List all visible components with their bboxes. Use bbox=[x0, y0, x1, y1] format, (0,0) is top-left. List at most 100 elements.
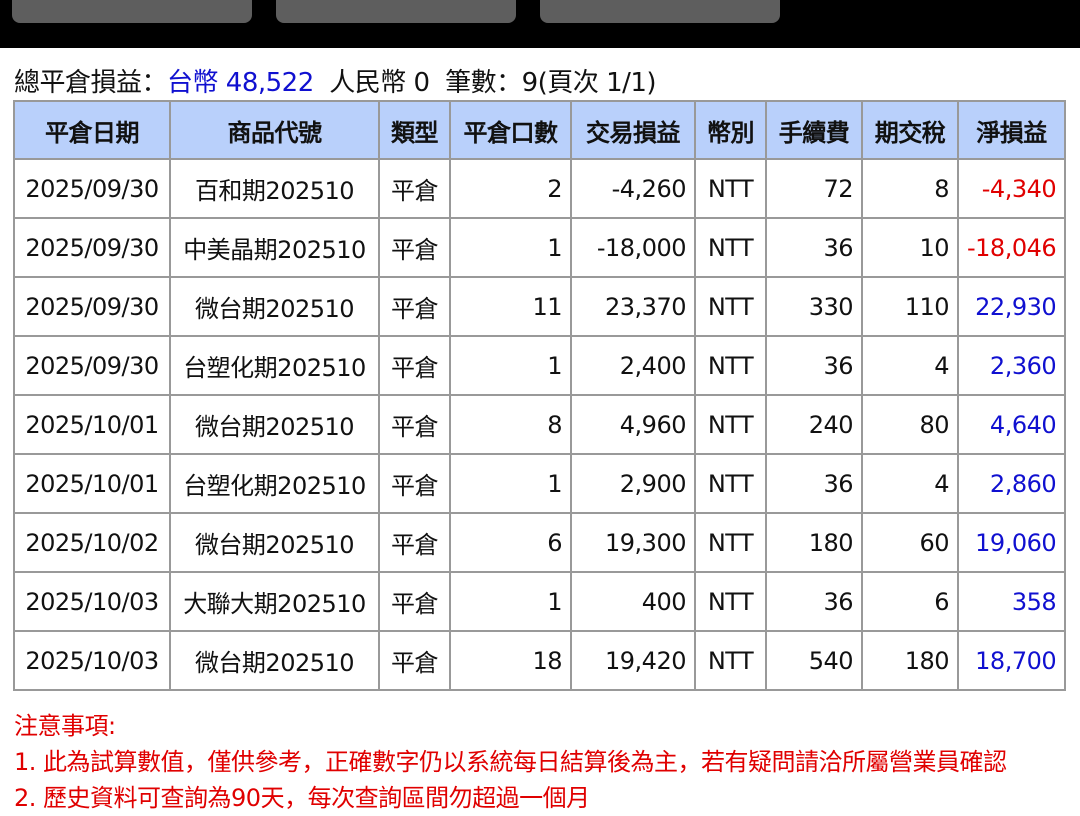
table-cell: 平倉 bbox=[378, 335, 451, 396]
table-cell: NTT bbox=[694, 217, 767, 278]
table-cell: 微台期202510 bbox=[169, 394, 380, 455]
summary-rmb: 人民幣 0 bbox=[329, 68, 430, 98]
table-cell: 百和期202510 bbox=[169, 158, 380, 219]
table-cell: 2025/10/03 bbox=[13, 630, 171, 691]
table-cell: 180 bbox=[861, 630, 959, 691]
table-cell: 2025/10/02 bbox=[13, 512, 171, 573]
table-cell: NTT bbox=[694, 335, 767, 396]
table-cell: 平倉 bbox=[378, 453, 451, 514]
table-cell: NTT bbox=[694, 394, 767, 455]
table-cell: 180 bbox=[765, 512, 863, 573]
table-cell: 18 bbox=[449, 630, 572, 691]
top-toolbar bbox=[0, 0, 1080, 48]
column-header: 類型 bbox=[378, 100, 451, 160]
column-header: 期交稅 bbox=[861, 100, 959, 160]
table-cell: 大聯大期202510 bbox=[169, 571, 380, 632]
column-header: 商品代號 bbox=[169, 100, 380, 160]
table-cell: -18,046 bbox=[956, 217, 1067, 278]
table-cell: 平倉 bbox=[378, 276, 451, 337]
table-cell: 36 bbox=[765, 217, 863, 278]
table-cell: 23,370 bbox=[570, 276, 696, 337]
table-cell: 4 bbox=[861, 453, 959, 514]
table-cell: 1 bbox=[449, 335, 572, 396]
column-header: 手續費 bbox=[765, 100, 863, 160]
table-cell: 2 bbox=[449, 158, 572, 219]
table-row: 2025/09/30 中美晶期202510 平倉 1 -18,000 NTT 36 10 -18… bbox=[13, 217, 1067, 278]
table-cell: NTT bbox=[694, 158, 767, 219]
column-header: 平倉日期 bbox=[13, 100, 171, 160]
table-cell: 110 bbox=[861, 276, 959, 337]
closed-positions-table: 平倉日期 商品代號 類型 平倉口數 交易損益 幣別 手續費 期交稅 淨損益 2025/09/30… bbox=[13, 100, 1067, 691]
table-cell: -18,000 bbox=[570, 217, 696, 278]
table-cell: 平倉 bbox=[378, 630, 451, 691]
table-cell: 4,960 bbox=[570, 394, 696, 455]
table-cell: 19,420 bbox=[570, 630, 696, 691]
table-cell: NTT bbox=[694, 276, 767, 337]
table-cell: 6 bbox=[449, 512, 572, 573]
table-cell: 2,360 bbox=[956, 335, 1067, 396]
table-cell: 1 bbox=[449, 571, 572, 632]
table-cell: 60 bbox=[861, 512, 959, 573]
notes-line-1: 1. 此為試算數值，僅供參考，正確數字仍以系統每日結算後為主，若有疑問請洽所屬營… bbox=[14, 748, 1007, 776]
table-cell: 台塑化期202510 bbox=[169, 335, 380, 396]
table-cell: 2025/10/01 bbox=[13, 394, 171, 455]
table-cell: 8 bbox=[861, 158, 959, 219]
table-cell: 358 bbox=[956, 571, 1067, 632]
notes-line-2: 2. 歷史資料可查詢為90天，每次查詢區間勿超過一個月 bbox=[14, 784, 590, 812]
column-header: 淨損益 bbox=[956, 100, 1067, 160]
table-cell: 330 bbox=[765, 276, 863, 337]
table-cell: 平倉 bbox=[378, 217, 451, 278]
table-row: 2025/10/01 微台期202510 平倉 8 4,960 NTT 240 80 4,640 bbox=[13, 394, 1067, 455]
summary-line: 總平倉損益：台幣 48,522 人民幣 0 筆數：9(頁次 1/1) bbox=[14, 62, 657, 99]
table-cell: 平倉 bbox=[378, 512, 451, 573]
table-cell: 微台期202510 bbox=[169, 630, 380, 691]
toolbar-button-2[interactable] bbox=[276, 0, 516, 23]
table-cell: 2,900 bbox=[570, 453, 696, 514]
table-cell: 18,700 bbox=[956, 630, 1067, 691]
table-cell: 2025/09/30 bbox=[13, 276, 171, 337]
table-cell: 2025/10/03 bbox=[13, 571, 171, 632]
notes-title: 注意事項: bbox=[14, 712, 116, 740]
table-cell: 2025/10/01 bbox=[13, 453, 171, 514]
summary-twd: 台幣 48,522 bbox=[167, 68, 314, 98]
notes: 注意事項: 1. 此為試算數值，僅供參考，正確數字仍以系統每日結算後為主，若有疑… bbox=[14, 708, 1007, 816]
table-cell: 2025/09/30 bbox=[13, 158, 171, 219]
table-cell: 80 bbox=[861, 394, 959, 455]
table-cell: 4,640 bbox=[956, 394, 1067, 455]
table-row: 2025/09/30 台塑化期202510 平倉 1 2,400 NTT 36 4 2,360 bbox=[13, 335, 1067, 396]
table-cell: 36 bbox=[765, 571, 863, 632]
table-cell: 平倉 bbox=[378, 394, 451, 455]
table-cell: 19,060 bbox=[956, 512, 1067, 573]
table-cell: -4,260 bbox=[570, 158, 696, 219]
table-cell: 240 bbox=[765, 394, 863, 455]
column-header: 交易損益 bbox=[570, 100, 696, 160]
table-cell: 8 bbox=[449, 394, 572, 455]
table-cell: 平倉 bbox=[378, 571, 451, 632]
table-cell: 4 bbox=[861, 335, 959, 396]
table-cell: 11 bbox=[449, 276, 572, 337]
table-cell: 6 bbox=[861, 571, 959, 632]
column-header: 平倉口數 bbox=[449, 100, 572, 160]
table-row: 2025/09/30 百和期202510 平倉 2 -4,260 NTT 72 8 -4,340 bbox=[13, 158, 1067, 219]
table-cell: 36 bbox=[765, 335, 863, 396]
table-cell: 540 bbox=[765, 630, 863, 691]
table-cell: 2025/09/30 bbox=[13, 217, 171, 278]
table-row: 2025/10/03 大聯大期202510 平倉 1 400 NTT 36 6 358 bbox=[13, 571, 1067, 632]
table-cell: 1 bbox=[449, 453, 572, 514]
table-cell: 400 bbox=[570, 571, 696, 632]
table-cell: 平倉 bbox=[378, 158, 451, 219]
table-cell: 72 bbox=[765, 158, 863, 219]
summary-count: 筆數：9(頁次 1/1) bbox=[445, 68, 657, 98]
table-row: 2025/10/01 台塑化期202510 平倉 1 2,900 NTT 36 4 2,860 bbox=[13, 453, 1067, 514]
table-cell: -4,340 bbox=[956, 158, 1067, 219]
table-cell: 台塑化期202510 bbox=[169, 453, 380, 514]
table-cell: NTT bbox=[694, 453, 767, 514]
column-header: 幣別 bbox=[694, 100, 767, 160]
table-row: 2025/09/30 微台期202510 平倉 11 23,370 NTT 330 110 22… bbox=[13, 276, 1067, 337]
toolbar-button-3[interactable] bbox=[540, 0, 780, 23]
summary-label: 總平倉損益： bbox=[14, 68, 168, 98]
table-cell: 36 bbox=[765, 453, 863, 514]
table-cell: 10 bbox=[861, 217, 959, 278]
toolbar-button-1[interactable] bbox=[12, 0, 252, 23]
table-cell: NTT bbox=[694, 571, 767, 632]
